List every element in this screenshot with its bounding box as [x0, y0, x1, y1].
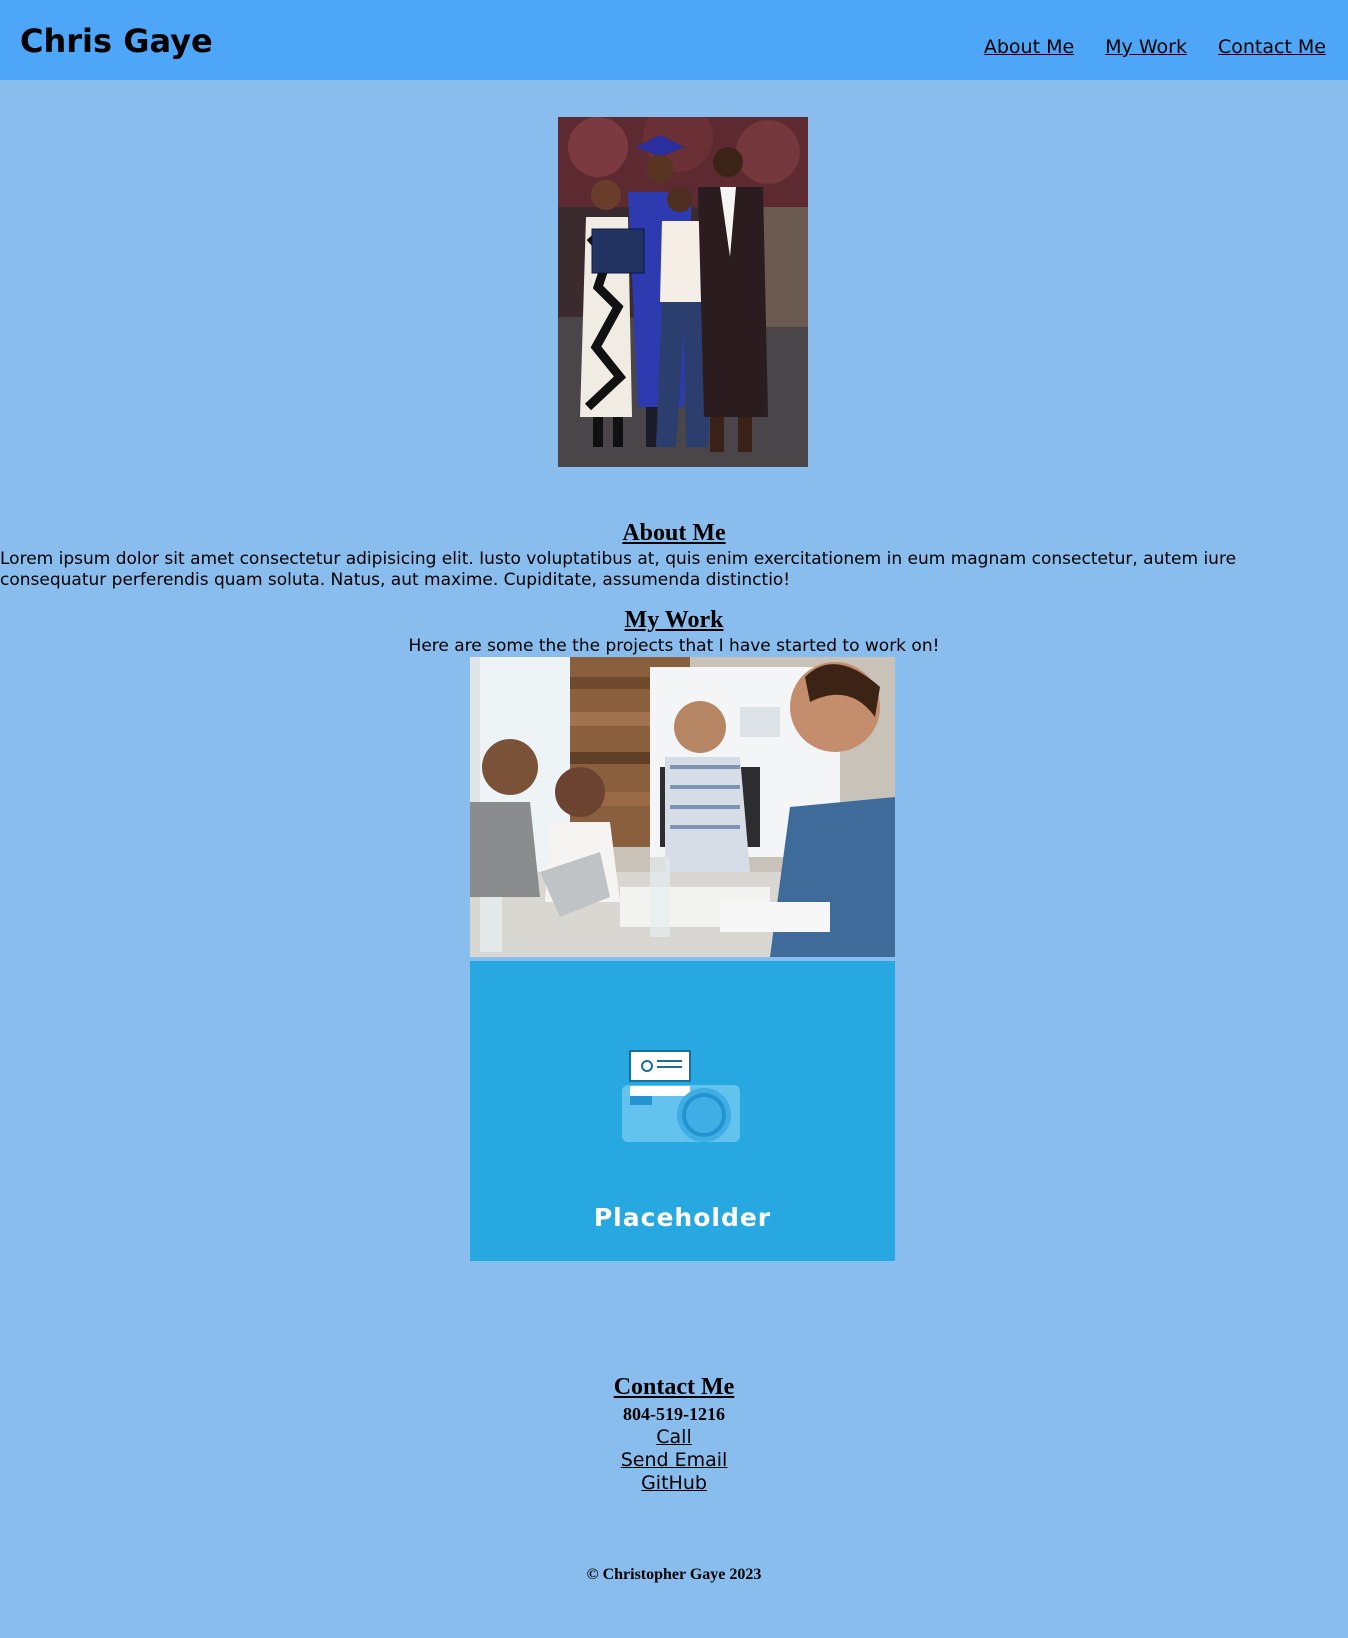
main-nav: About Me My Work Contact Me: [984, 33, 1326, 61]
profile-photo: [558, 117, 808, 467]
work-intro: Here are some the the projects that I ha…: [408, 636, 940, 656]
github-link[interactable]: GitHub: [0, 1472, 1348, 1495]
nav-link-my-work[interactable]: My Work: [1105, 33, 1187, 61]
about-title: About Me: [622, 520, 726, 546]
project-image-team-meeting[interactable]: [470, 657, 895, 957]
work-section: My Work Here are some the the projects t…: [0, 604, 1348, 657]
work-title: My Work: [624, 607, 724, 633]
site-header: Chris Gaye About Me My Work Contact Me: [0, 0, 1348, 80]
nav-link-contact-me[interactable]: Contact Me: [1218, 33, 1326, 61]
call-link[interactable]: Call: [0, 1426, 1348, 1449]
contact-section: Contact Me 804-519-1216 Call Send Email …: [0, 1371, 1348, 1495]
phone-number: 804-519-1216: [623, 1404, 725, 1424]
contact-title: Contact Me: [613, 1374, 735, 1400]
footer-copyright: © Christopher Gaye 2023: [586, 1566, 762, 1583]
site-title: Chris Gaye: [20, 22, 213, 60]
about-section: About Me Lorem ipsum dolor sit amet cons…: [0, 517, 1348, 591]
about-text: Lorem ipsum dolor sit amet consectetur a…: [0, 549, 1237, 590]
site-footer: © Christopher Gaye 2023: [0, 1565, 1348, 1585]
send-email-link[interactable]: Send Email: [0, 1449, 1348, 1472]
project-image-placeholder[interactable]: Placeholder: [470, 961, 895, 1261]
nav-link-about-me[interactable]: About Me: [984, 33, 1074, 61]
placeholder-label: Placeholder: [593, 1203, 772, 1232]
